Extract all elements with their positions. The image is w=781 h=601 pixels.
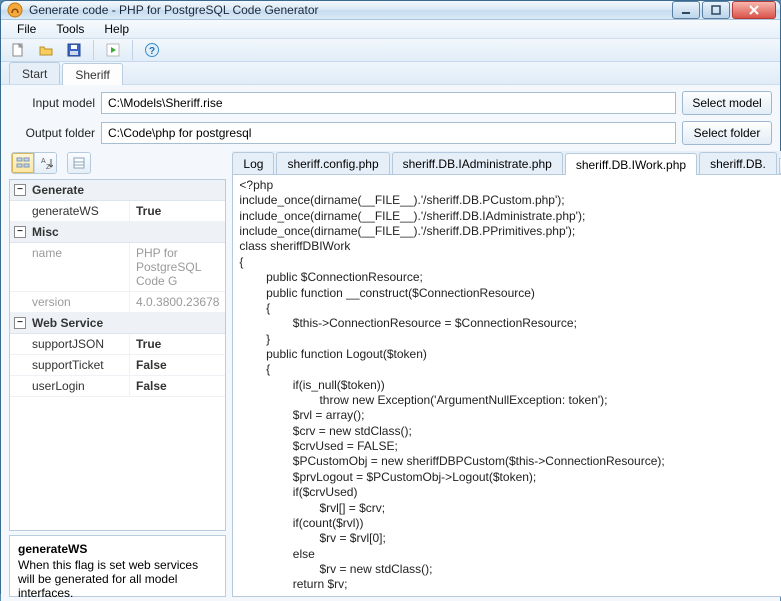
prop-version[interactable]: version4.0.3800.23678 bbox=[10, 292, 225, 313]
prop-name[interactable]: namePHP for PostgreSQL Code G bbox=[10, 243, 225, 292]
svg-text:?: ? bbox=[149, 46, 155, 57]
svg-text:Z: Z bbox=[46, 164, 51, 170]
toolbar-separator bbox=[132, 40, 133, 60]
output-folder-row: Output folder Select folder bbox=[9, 121, 772, 145]
collapse-icon[interactable]: − bbox=[14, 317, 26, 329]
prop-userlogin[interactable]: userLoginFalse bbox=[10, 376, 225, 397]
property-panel: AZ −Generate generateWSTrue −Misc namePH… bbox=[9, 151, 226, 597]
save-icon[interactable] bbox=[63, 39, 85, 61]
description-title: generateWS bbox=[18, 542, 217, 556]
tab-start[interactable]: Start bbox=[9, 62, 60, 84]
tab-log[interactable]: Log bbox=[232, 152, 274, 174]
window-controls bbox=[672, 1, 776, 19]
open-folder-icon[interactable] bbox=[35, 39, 57, 61]
input-model-field[interactable] bbox=[101, 92, 676, 114]
help-icon[interactable]: ? bbox=[141, 39, 163, 61]
property-pages-icon[interactable] bbox=[68, 153, 90, 173]
tab-config[interactable]: sheriff.config.php bbox=[276, 152, 389, 174]
tab-sheriff[interactable]: Sheriff bbox=[62, 63, 122, 85]
property-description: generateWS When this flag is set web ser… bbox=[9, 535, 226, 597]
maximize-button[interactable] bbox=[702, 1, 730, 19]
prop-generatews[interactable]: generateWSTrue bbox=[10, 201, 225, 222]
content-area: Input model Select model Output folder S… bbox=[1, 84, 780, 601]
tab-more[interactable]: sheriff.DB. bbox=[699, 152, 777, 174]
select-model-button[interactable]: Select model bbox=[682, 91, 772, 115]
prop-supportjson[interactable]: supportJSONTrue bbox=[10, 334, 225, 355]
description-body: When this flag is set web services will … bbox=[18, 558, 217, 600]
input-model-row: Input model Select model bbox=[9, 91, 772, 115]
main-tabs: Start Sheriff bbox=[1, 62, 780, 84]
toolbar: ? bbox=[1, 39, 780, 62]
app-window: Generate code - PHP for PostgreSQL Code … bbox=[0, 0, 781, 594]
property-grid[interactable]: −Generate generateWSTrue −Misc namePHP f… bbox=[9, 179, 226, 531]
tab-iwork[interactable]: sheriff.DB.IWork.php bbox=[565, 153, 697, 175]
split-pane: AZ −Generate generateWSTrue −Misc namePH… bbox=[9, 151, 772, 597]
menu-file[interactable]: File bbox=[9, 20, 44, 38]
category-generate[interactable]: −Generate bbox=[10, 180, 225, 201]
input-model-label: Input model bbox=[9, 96, 95, 110]
collapse-icon[interactable]: − bbox=[14, 184, 26, 196]
code-content[interactable]: <?php include_once(dirname(__FILE__).'/s… bbox=[233, 175, 781, 596]
titlebar[interactable]: Generate code - PHP for PostgreSQL Code … bbox=[1, 1, 780, 20]
tab-iadministrate[interactable]: sheriff.DB.IAdministrate.php bbox=[392, 152, 563, 174]
property-toolbar: AZ bbox=[9, 151, 226, 175]
category-misc[interactable]: −Misc bbox=[10, 222, 225, 243]
output-folder-label: Output folder bbox=[9, 126, 95, 140]
editor-panel: Log sheriff.config.php sheriff.DB.IAdmin… bbox=[232, 151, 781, 597]
app-icon bbox=[7, 2, 23, 18]
new-file-icon[interactable] bbox=[7, 39, 29, 61]
window-title: Generate code - PHP for PostgreSQL Code … bbox=[29, 3, 672, 17]
minimize-button[interactable] bbox=[672, 1, 700, 19]
menu-tools[interactable]: Tools bbox=[48, 20, 92, 38]
menubar: File Tools Help bbox=[1, 20, 780, 39]
select-folder-button[interactable]: Select folder bbox=[682, 121, 772, 145]
category-webservice[interactable]: −Web Service bbox=[10, 313, 225, 334]
toolbar-separator bbox=[93, 40, 94, 60]
code-editor[interactable]: <?php include_once(dirname(__FILE__).'/s… bbox=[232, 175, 781, 597]
run-icon[interactable] bbox=[102, 39, 124, 61]
prop-supportticket[interactable]: supportTicketFalse bbox=[10, 355, 225, 376]
alphabetical-icon[interactable]: AZ bbox=[34, 153, 56, 173]
code-tabs: Log sheriff.config.php sheriff.DB.IAdmin… bbox=[232, 151, 781, 175]
close-button[interactable] bbox=[732, 1, 776, 19]
menu-help[interactable]: Help bbox=[96, 20, 137, 38]
categorized-icon[interactable] bbox=[12, 153, 34, 173]
collapse-icon[interactable]: − bbox=[14, 226, 26, 238]
output-folder-field[interactable] bbox=[101, 122, 676, 144]
